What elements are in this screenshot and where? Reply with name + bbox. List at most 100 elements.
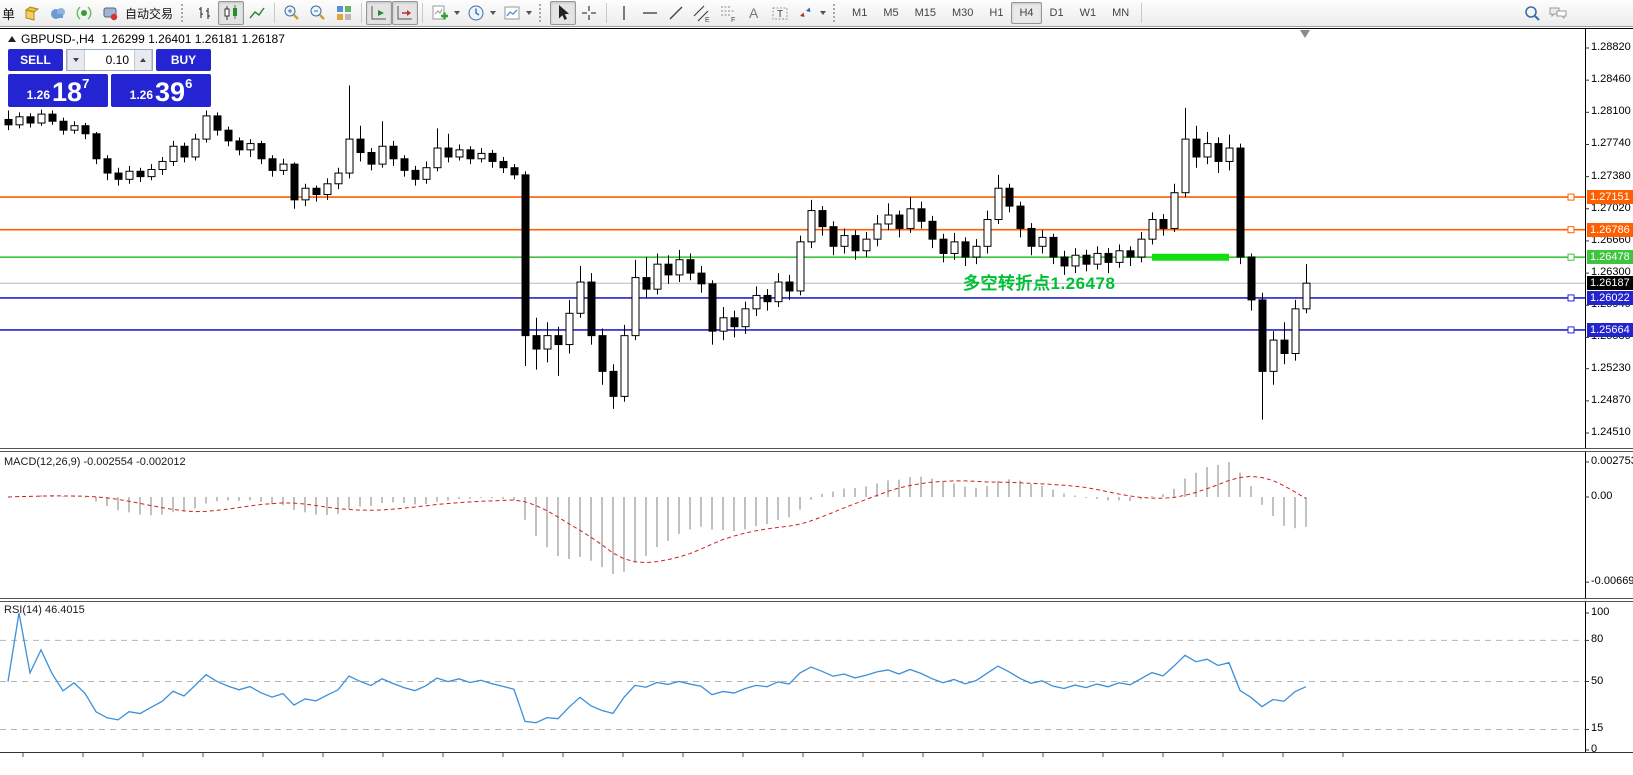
horizontal-line-icon[interactable] (637, 1, 663, 25)
line-chart-icon[interactable] (244, 1, 270, 25)
rsi-tick-label: 100 (1591, 606, 1633, 618)
candlesticks-icon[interactable] (218, 1, 244, 25)
svg-text:T: T (777, 9, 783, 20)
svg-text:E: E (705, 17, 710, 23)
chart-shift-icon[interactable] (392, 1, 418, 25)
sell-price-sup: 7 (82, 76, 89, 91)
price-level-badge: 1.26022 (1587, 291, 1633, 305)
svg-text:F: F (731, 17, 735, 23)
macd-tick-label: -0.006699 (1591, 575, 1633, 587)
mt4-window: 单 自动交易 E F A T (0, 0, 1633, 775)
tf-button-w1[interactable]: W1 (1072, 2, 1105, 24)
chevron-down-icon[interactable] (454, 11, 460, 15)
chevron-down-icon[interactable] (820, 11, 826, 15)
volume-stepper (66, 49, 153, 71)
timeframe-toolbar: M1M5M15M30H1H4D1W1MN (844, 2, 1137, 24)
tf-button-m5[interactable]: M5 (875, 2, 906, 24)
symbol-period-label: GBPUSD-,H4 (21, 32, 94, 46)
price-tick-label: 1.24510 (1591, 426, 1633, 438)
sell-price-big: 18 (52, 78, 82, 106)
shift-marker-icon (1300, 30, 1310, 38)
market-watch-icon[interactable] (45, 1, 71, 25)
main-toolbar: 单 自动交易 E F A T (0, 0, 1633, 27)
hline-handle (1568, 227, 1574, 233)
pane-divider[interactable] (0, 448, 1633, 452)
chevron-down-icon[interactable] (490, 11, 496, 15)
data-window-icon[interactable] (19, 1, 45, 25)
crosshair-icon[interactable] (576, 1, 602, 25)
toolbar-drag-handle[interactable] (539, 4, 546, 22)
buy-price-big: 39 (155, 78, 185, 106)
rsi-tick-label: 0 (1591, 743, 1633, 755)
triangle-down-icon (73, 58, 79, 62)
tf-button-d1[interactable]: D1 (1042, 2, 1072, 24)
zoom-out-icon[interactable] (305, 1, 331, 25)
buy-button[interactable]: BUY (156, 49, 211, 71)
auto-scroll-icon[interactable] (366, 1, 392, 25)
tf-button-mn[interactable]: MN (1104, 2, 1137, 24)
sell-price[interactable]: 1.26 18 7 (8, 74, 108, 107)
templates-icon[interactable] (499, 1, 525, 25)
expert-advisors-icon[interactable] (97, 1, 123, 25)
rsi-tick-label: 15 (1591, 722, 1633, 734)
toolbar-right-icons (1519, 1, 1571, 25)
price-level-badge: 1.26478 (1587, 250, 1633, 264)
sell-button[interactable]: SELL (8, 49, 63, 71)
text-label-icon[interactable]: T (767, 1, 793, 25)
rsi-tick-label: 50 (1591, 675, 1633, 687)
macd-indicator-label: MACD(12,26,9) -0.002554 -0.002012 (4, 456, 186, 468)
chevron-down-icon[interactable] (526, 11, 532, 15)
toolbar-separator (361, 3, 362, 23)
svg-text:A: A (749, 5, 759, 21)
macd-tick-label: 0.002753 (1591, 455, 1633, 467)
equidistant-channel-icon[interactable]: E (689, 1, 715, 25)
price-tick-label: 1.25230 (1591, 362, 1633, 374)
arrows-icon[interactable] (793, 1, 819, 25)
cursor-icon[interactable] (550, 1, 576, 25)
tf-button-m30[interactable]: M30 (944, 2, 981, 24)
profiles-icon[interactable] (463, 1, 489, 25)
autotrade-button[interactable]: 自动交易 (125, 5, 173, 22)
tf-button-m1[interactable]: M1 (844, 2, 875, 24)
volume-decrease-button[interactable] (67, 50, 85, 70)
tf-button-m15[interactable]: M15 (907, 2, 944, 24)
trendline-icon[interactable] (663, 1, 689, 25)
hline-handle (1568, 327, 1574, 333)
tf-button-h4[interactable]: H4 (1011, 2, 1041, 24)
triangle-up-icon (140, 58, 146, 62)
zoom-in-icon[interactable] (279, 1, 305, 25)
chart-canvas[interactable] (0, 0, 1633, 775)
new-chart-icon[interactable] (427, 1, 453, 25)
hline-handle (1568, 194, 1574, 200)
rsi-indicator-label: RSI(14) 46.4015 (4, 604, 85, 616)
volume-input[interactable] (85, 50, 134, 70)
chat-icon[interactable] (1545, 1, 1571, 25)
macd-tick-label: 0.00 (1591, 490, 1633, 502)
volume-increase-button[interactable] (134, 50, 152, 70)
price-tick-label: 1.28820 (1591, 41, 1633, 53)
toolbar-separator (422, 3, 423, 23)
vertical-line-icon[interactable] (611, 1, 637, 25)
fibonacci-icon[interactable]: F (715, 1, 741, 25)
toolbar-separator (606, 3, 607, 23)
turning-point-annotation[interactable]: 多空转折点1.26478 (963, 269, 1115, 294)
chart-title: GBPUSD-,H4 1.26299 1.26401 1.26181 1.261… (8, 32, 285, 46)
price-tick-label: 1.24870 (1591, 394, 1633, 406)
tile-windows-icon[interactable] (331, 1, 357, 25)
buy-price[interactable]: 1.26 39 6 (111, 74, 211, 107)
ohlc-values-label: 1.26299 1.26401 1.26181 1.26187 (101, 32, 285, 46)
sounds-icon[interactable] (71, 1, 97, 25)
toolbar-drag-handle[interactable] (181, 4, 188, 22)
text-icon[interactable]: A (741, 1, 767, 25)
toolbar-drag-handle[interactable] (833, 4, 840, 22)
hline-handle (1568, 254, 1574, 260)
price-level-badge: 1.27151 (1587, 190, 1633, 204)
tf-button-h1[interactable]: H1 (981, 2, 1011, 24)
new-order-button[interactable]: 单 (2, 4, 15, 23)
price-level-badge: 1.26187 (1587, 276, 1633, 290)
price-tick-label: 1.27740 (1591, 137, 1633, 149)
hline-handle (1568, 295, 1574, 301)
pane-divider[interactable] (0, 598, 1633, 602)
search-icon[interactable] (1519, 1, 1545, 25)
bar-chart-icon[interactable] (192, 1, 218, 25)
